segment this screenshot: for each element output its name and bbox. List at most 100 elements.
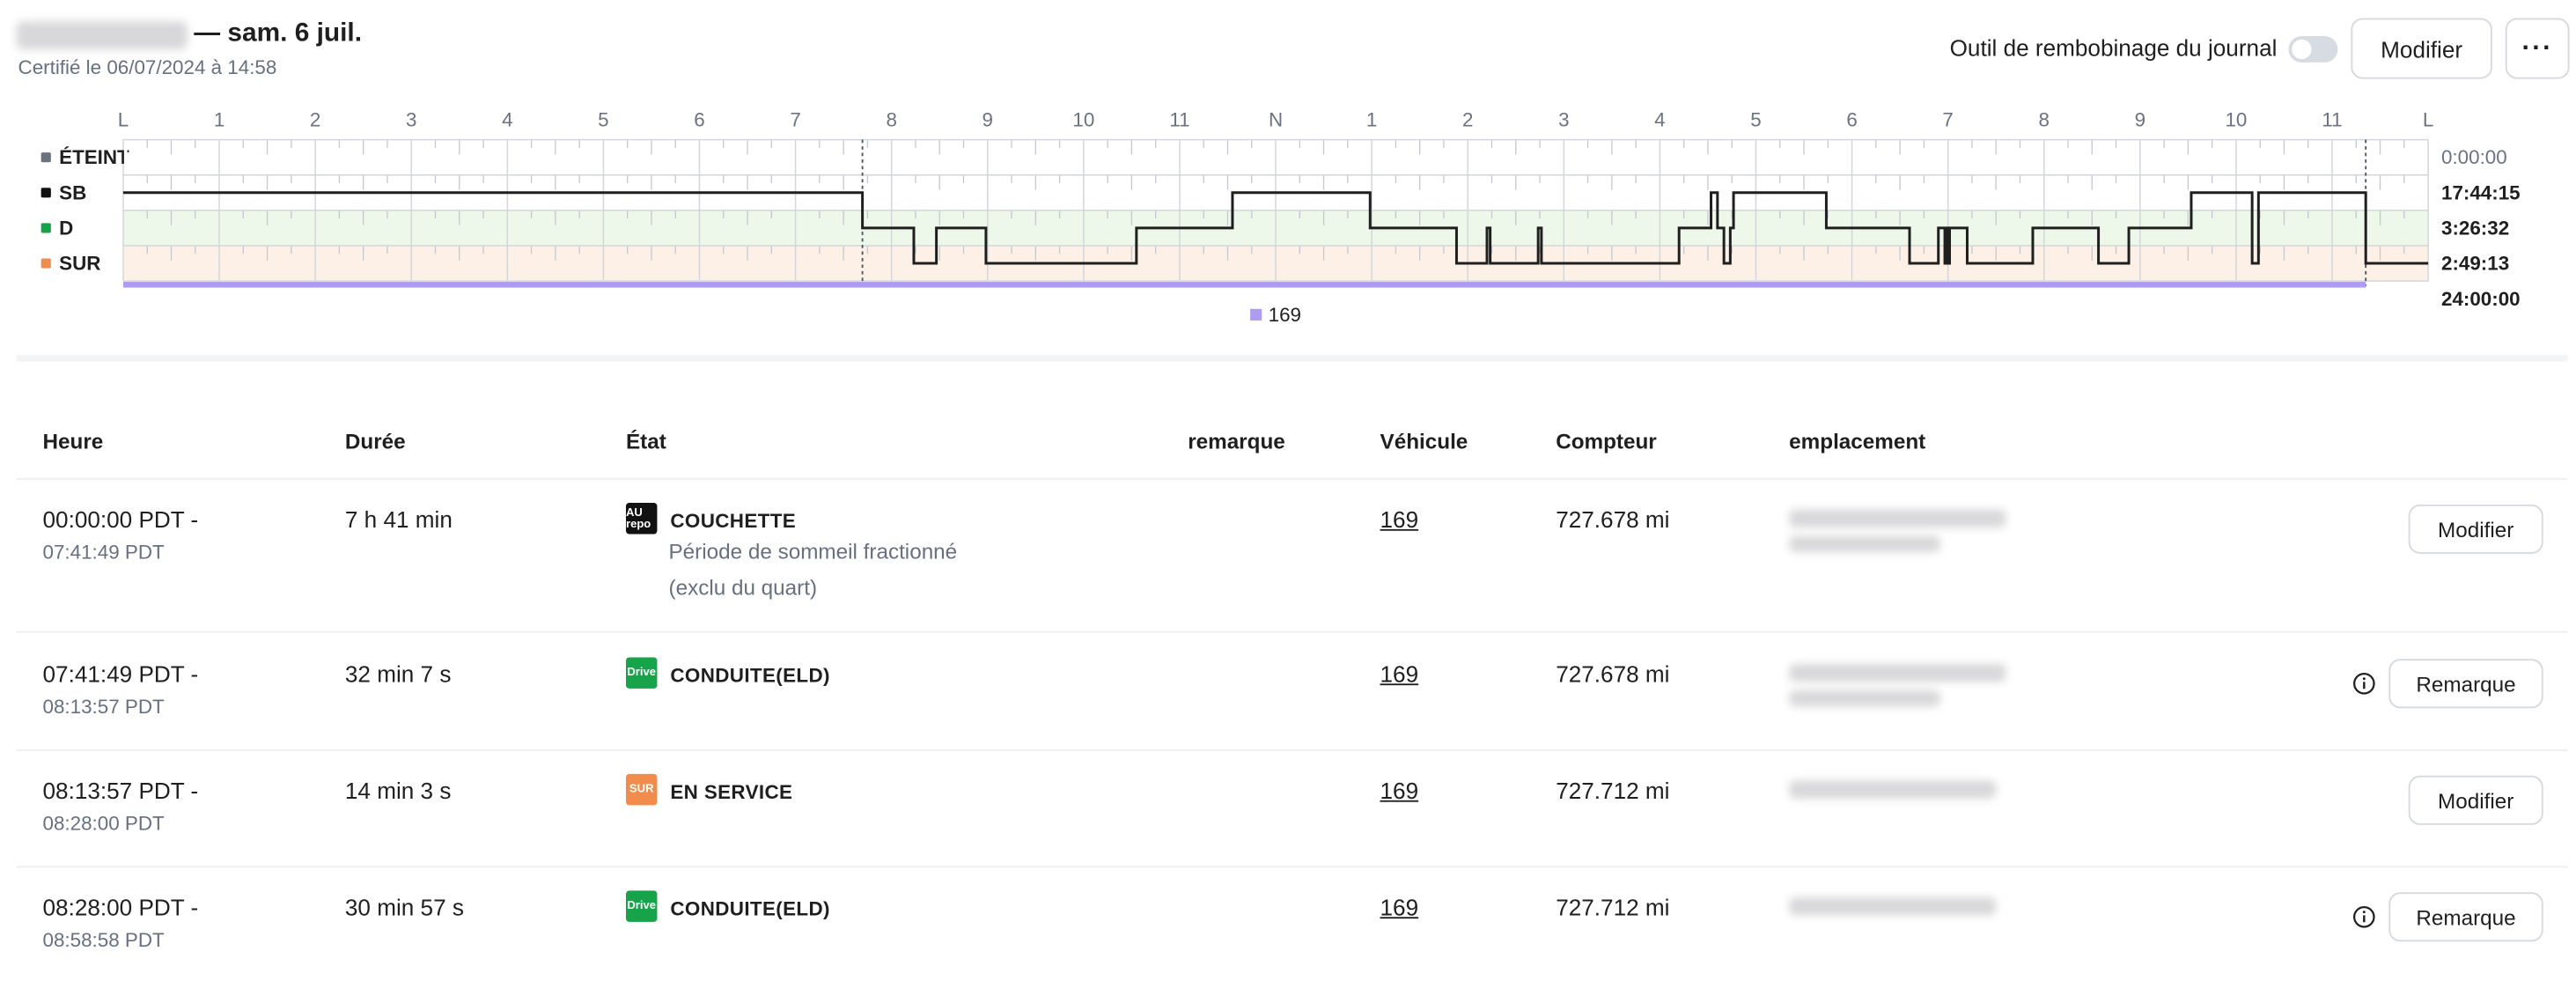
grand-total: 24:00:00 — [2441, 288, 2521, 310]
status-total: 3:26:32 — [2441, 217, 2509, 239]
row-time-start: 00:00:00 PDT - — [42, 505, 199, 533]
row-odometer: 727.712 mi — [1556, 894, 1670, 921]
driver-name-redacted — [16, 20, 188, 49]
status-total: 17:44:15 — [2441, 181, 2521, 203]
page-title: — sam. 6 juil. — [194, 19, 363, 48]
location-redacted — [1789, 535, 1940, 553]
hour-label: 1 — [1366, 109, 1377, 131]
info-icon[interactable] — [2352, 905, 2375, 928]
vehicle-usage-bar — [122, 282, 2366, 288]
hour-label: 6 — [694, 109, 704, 131]
status-total: 2:49:13 — [2441, 253, 2509, 275]
hour-label: 6 — [1846, 109, 1857, 131]
hour-label: 5 — [1750, 109, 1761, 131]
table-row: 08:28:00 PDT - 08:58:58 PDT 30 min 57 s … — [0, 867, 2576, 981]
status-color-dot — [40, 188, 51, 198]
location-redacted — [1789, 896, 1997, 916]
hour-label: 2 — [1462, 109, 1473, 131]
section-divider — [16, 355, 2568, 362]
hour-label: 8 — [2039, 109, 2050, 131]
column-header-duration: Durée — [344, 429, 406, 454]
driving-badge-icon: Drive — [625, 657, 658, 689]
remark-row-button[interactable]: Remarque — [2388, 659, 2543, 709]
on-duty-badge-icon: SUR — [625, 773, 658, 806]
hour-label: 2 — [310, 109, 320, 131]
rewind-tool-toggle[interactable] — [2288, 36, 2338, 63]
row-vehicle-link[interactable]: 169 — [1380, 894, 1419, 920]
column-header-location: emplacement — [1789, 429, 1926, 454]
row-time-end: 07:41:49 PDT — [42, 540, 165, 564]
more-options-button[interactable]: ··· — [2505, 18, 2570, 79]
row-time-start: 08:13:57 PDT - — [42, 777, 199, 804]
location-redacted — [1789, 663, 2006, 682]
status-label: SB — [59, 181, 86, 203]
status-color-dot — [40, 152, 51, 163]
hour-label: L — [118, 109, 129, 131]
location-redacted — [1789, 780, 1997, 799]
row-time-start: 08:28:00 PDT - — [42, 894, 199, 921]
certified-timestamp: Certifié le 06/07/2024 à 14:58 — [18, 55, 277, 79]
hour-label: 4 — [502, 109, 512, 131]
hour-label: 11 — [1169, 109, 1189, 131]
row-state: EN SERVICE — [670, 780, 793, 804]
status-label: D — [59, 217, 73, 239]
hour-label: 1 — [214, 109, 224, 131]
location-redacted — [1789, 509, 2006, 528]
row-vehicle-link[interactable]: 169 — [1380, 778, 1419, 804]
status-label: ÉTEINT — [59, 146, 129, 168]
column-header-time: Heure — [42, 429, 104, 454]
edit-row-button[interactable]: Modifier — [2408, 504, 2543, 554]
column-header-odometer: Compteur — [1556, 429, 1657, 454]
hour-label: 8 — [886, 109, 896, 131]
edit-row-button[interactable]: Modifier — [2408, 775, 2543, 825]
table-row: 08:13:57 PDT - 08:28:00 PDT 14 min 3 s S… — [0, 751, 2576, 867]
hour-label: 4 — [1654, 109, 1665, 131]
edit-log-button[interactable]: Modifier — [2351, 18, 2492, 79]
row-state-note: (exclu du quart) — [668, 575, 818, 601]
row-duration: 7 h 41 min — [344, 505, 453, 533]
status-color-dot — [40, 258, 51, 269]
hour-label: 11 — [2322, 109, 2342, 131]
vehicle-legend-label: 169 — [1269, 304, 1301, 326]
row-duration: 14 min 3 s — [344, 777, 452, 804]
row-odometer: 727.678 mi — [1556, 660, 1670, 688]
row-odometer: 727.678 mi — [1556, 505, 1670, 533]
remark-row-button[interactable]: Remarque — [2388, 892, 2543, 942]
row-state: CONDUITE(ELD) — [670, 663, 830, 688]
duty-status-log-graph: L 1 2 3 4 5 6 7 8 9 10 11 N 1 2 3 4 5 6 7 8 9 10 11 L ÉTEINT 0:00:… — [40, 109, 2521, 326]
hour-label: 7 — [790, 109, 800, 131]
status-total: 0:00:00 — [2441, 146, 2507, 168]
vehicle-legend-swatch — [1250, 308, 1262, 321]
hour-label: L — [2423, 109, 2433, 131]
row-time-end: 08:58:58 PDT — [42, 928, 165, 952]
row-time-start: 07:41:49 PDT - — [42, 660, 199, 688]
column-header-remark: remarque — [1188, 429, 1285, 454]
driving-badge-icon: Drive — [625, 890, 658, 922]
row-state-note: Période de sommeil fractionné — [668, 539, 958, 564]
row-odometer: 727.712 mi — [1556, 777, 1670, 804]
hour-label: 3 — [1558, 109, 1569, 131]
row-duration: 30 min 57 s — [344, 894, 464, 921]
hour-label: 5 — [598, 109, 608, 131]
row-vehicle-link[interactable]: 169 — [1380, 506, 1419, 533]
status-label: SUR — [59, 253, 100, 275]
column-header-status: État — [625, 429, 666, 454]
row-state: CONDUITE(ELD) — [670, 896, 830, 921]
status-color-dot — [40, 223, 51, 233]
location-redacted — [1789, 690, 1940, 707]
hour-label: N — [1269, 109, 1283, 131]
hour-label: 3 — [406, 109, 416, 131]
row-state: COUCHETTE — [670, 509, 797, 533]
sleeper-berth-badge-icon: AU repo — [625, 503, 658, 535]
info-icon[interactable] — [2352, 672, 2375, 695]
column-header-vehicle: Véhicule — [1380, 429, 1468, 454]
row-vehicle-link[interactable]: 169 — [1380, 660, 1419, 687]
rewind-tool-label: Outil de rembobinage du journal — [1949, 34, 2278, 62]
table-row: 00:00:00 PDT - 07:41:49 PDT 7 h 41 min A… — [0, 480, 2576, 631]
hour-label: 10 — [1072, 109, 1094, 131]
hour-label: 9 — [983, 109, 993, 131]
label-clip — [123, 141, 128, 173]
row-time-end: 08:13:57 PDT — [42, 695, 165, 719]
hour-label: 10 — [2225, 109, 2247, 131]
row-time-end: 08:28:00 PDT — [42, 811, 165, 835]
